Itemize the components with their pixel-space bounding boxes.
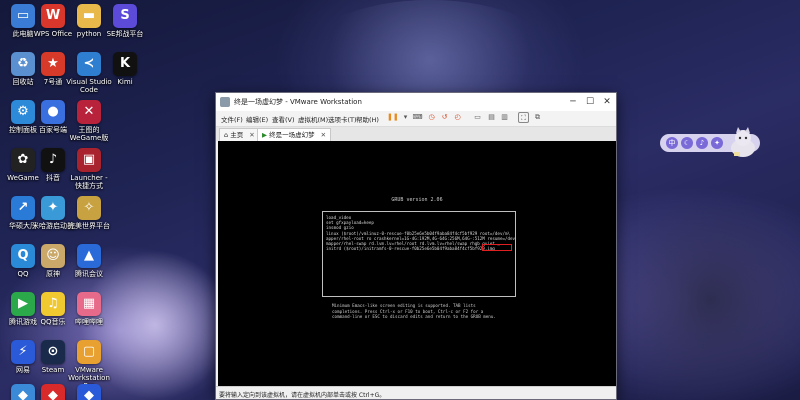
wallpaper-shadow-right xyxy=(600,200,800,400)
douyin-icon: ♪ xyxy=(41,148,65,172)
desktop-icon-kimi[interactable]: K Kimi xyxy=(102,52,148,86)
vmware-icon: ▢ xyxy=(77,340,101,364)
desktop-icon-perfect-world[interactable]: ✧ 完美世界平台 xyxy=(66,196,112,230)
menu-tabs[interactable]: 选项卡(T) xyxy=(328,114,357,124)
grub-editor[interactable]: load_video set gfxpayload=keep insmod gz… xyxy=(322,211,516,297)
unity-icon[interactable]: ⧉ xyxy=(532,112,543,123)
status-text: 要将输入定向到该虚拟机，请在虚拟机内部单击或按 Ctrl+G。 xyxy=(219,392,386,399)
folder-icon: ▬ xyxy=(77,4,101,28)
vm-tab-icon: ▶ xyxy=(262,131,267,139)
genshin-icon: ☺ xyxy=(41,244,65,268)
maximize-button[interactable]: ☐ xyxy=(583,95,597,109)
steam-icon: ⊙ xyxy=(41,340,65,364)
widget-button-4[interactable]: ✦ xyxy=(711,137,723,149)
minimize-button[interactable]: ─ xyxy=(566,95,580,109)
tab-home[interactable]: ⌂ 主页 ✕ xyxy=(219,128,260,141)
red-app-icon: ★ xyxy=(41,52,65,76)
desktop-icon-tencent-meeting[interactable]: ▲ 腾讯会议 xyxy=(66,244,112,278)
grub-help-text: Minimum Emacs-like screen editing is sup… xyxy=(332,303,532,320)
baijia-icon: ● xyxy=(41,100,65,124)
desktop-icon-se[interactable]: S SE邦战平台 xyxy=(102,4,148,38)
library-icon[interactable]: ▥ xyxy=(499,112,510,123)
launcher-icon: ▣ xyxy=(77,148,101,172)
desktop-icon-wegame-game[interactable]: ✕ 王图的WeGame版 xyxy=(66,100,112,142)
tab-vm[interactable]: ▶ 终是一场虚幻梦 ✕ xyxy=(257,128,332,141)
qq-music-icon: ♫ xyxy=(41,292,65,316)
bilibili-icon: ▦ xyxy=(77,292,101,316)
kimi-icon: K xyxy=(113,52,137,76)
fullscreen-icon[interactable]: ⛶ xyxy=(518,112,529,123)
menu-help[interactable]: 帮助(H) xyxy=(356,114,379,124)
tab-bar: ⌂ 主页 ✕ ▶ 终是一场虚幻梦 ✕ xyxy=(216,127,616,141)
desktop-icon-vmware[interactable]: ▢ VMware Workstation Pro xyxy=(66,340,112,390)
dropdown-icon[interactable]: ▾ xyxy=(400,112,411,123)
menu-file[interactable]: 文件(F) xyxy=(221,114,243,124)
desktop-icon-launcher[interactable]: ▣ Launcher - 快捷方式 xyxy=(66,148,112,190)
mascot-cat-icon[interactable] xyxy=(726,126,760,160)
snapshot-manager-icon[interactable]: ◴ xyxy=(452,112,463,123)
tencent-meeting-icon: ▲ xyxy=(77,244,101,268)
menu-view[interactable]: 查看(V) xyxy=(272,114,295,124)
widget-button-3[interactable]: ♪ xyxy=(696,137,708,149)
thumbnail-icon[interactable]: ▤ xyxy=(486,112,497,123)
wegame-game-icon: ✕ xyxy=(77,100,101,124)
revert-snapshot-icon[interactable]: ↺ xyxy=(439,112,450,123)
app-icon: ◆ xyxy=(77,384,101,400)
menu-vm[interactable]: 虚拟机(M) xyxy=(298,114,328,124)
close-button[interactable]: ✕ xyxy=(600,95,614,109)
window-titlebar[interactable]: 终是一场虚幻梦 - VMware Workstation ─ ☐ ✕ xyxy=(216,93,616,111)
wps-icon: W xyxy=(41,4,65,28)
app-icon: ◆ xyxy=(41,384,65,400)
vscode-icon: ≺ xyxy=(77,52,101,76)
status-bar: 要将输入定向到该虚拟机，请在虚拟机内部单击或按 Ctrl+G。 xyxy=(216,386,616,399)
perfect-world-icon: ✧ xyxy=(77,196,101,220)
grub-help-line: command-line or ESC to discard edits and… xyxy=(332,314,496,320)
home-icon: ⌂ xyxy=(224,131,229,139)
tab-close-icon[interactable]: ✕ xyxy=(321,131,326,139)
vmware-app-icon xyxy=(220,97,230,107)
mihoyo-icon: ✦ xyxy=(41,196,65,220)
snapshot-icon[interactable]: ◷ xyxy=(426,112,437,123)
widget-button-1[interactable]: 中 xyxy=(666,137,678,149)
se-icon: S xyxy=(113,4,137,28)
desktop-icon-app-3[interactable]: ◆ xyxy=(66,384,112,400)
send-keys-icon[interactable]: ⌨ xyxy=(412,112,423,123)
vm-console-screen[interactable]: GRUB version 2.06 load_video set gfxpayl… xyxy=(218,141,616,387)
widget-button-2[interactable]: ☾ xyxy=(681,137,693,149)
tab-close-icon[interactable]: ✕ xyxy=(249,131,254,139)
desktop-icon-bilibili[interactable]: ▦ 哔哩哔哩 xyxy=(66,292,112,326)
highlight-box xyxy=(482,244,512,251)
grub-header: GRUB version 2.06 xyxy=(391,197,443,203)
pause-icon[interactable]: ❚❚ xyxy=(387,112,399,123)
sidebar-toggle-icon[interactable]: ▭ xyxy=(472,112,483,123)
window-title: 终是一场虚幻梦 - VMware Workstation xyxy=(234,98,362,106)
vmware-window[interactable]: 终是一场虚幻梦 - VMware Workstation ─ ☐ ✕ 文件(F)… xyxy=(215,92,617,400)
menu-edit[interactable]: 编辑(E) xyxy=(246,114,268,124)
